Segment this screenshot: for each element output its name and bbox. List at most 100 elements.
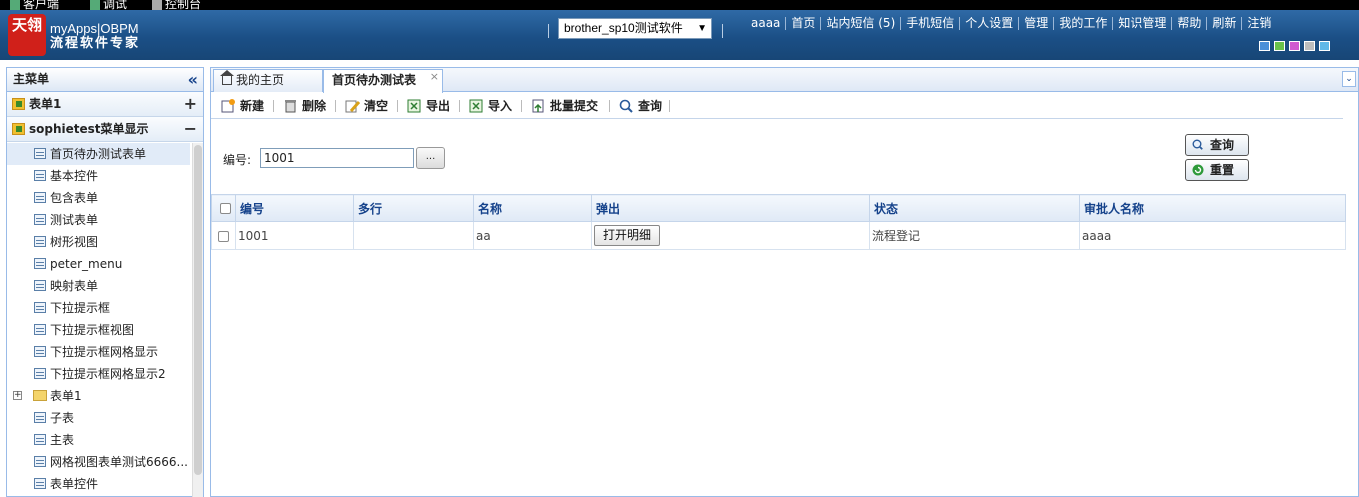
reset-button[interactable]: 重置 — [1185, 159, 1249, 181]
form-icon — [34, 192, 46, 203]
nav-sms[interactable]: 手机短信 — [900, 17, 959, 30]
import-button[interactable]: 导入 — [469, 97, 512, 115]
brand: myApps|OBPM 流程软件专家 — [50, 21, 140, 52]
theme-swatch-gray[interactable] — [1304, 41, 1315, 51]
tab-menu-chevron-icon[interactable]: ⌄ — [1342, 71, 1356, 87]
tab-home[interactable]: 我的主页 — [213, 69, 323, 92]
column-header-number[interactable]: 编号 — [235, 194, 354, 222]
console-icon — [152, 0, 162, 10]
theme-swatch-cyan[interactable] — [1319, 41, 1330, 51]
new-button[interactable]: 新建 — [221, 97, 264, 115]
nav-messages[interactable]: 站内短信 (5) — [820, 17, 900, 30]
sidebar-folder-item[interactable]: + 表单1 — [7, 385, 190, 407]
cell-multiline — [353, 221, 474, 250]
theme-swatch-green[interactable] — [1274, 41, 1285, 51]
column-header-multiline[interactable]: 多行 — [353, 194, 474, 222]
clear-button[interactable]: 清空 — [345, 97, 388, 115]
sidebar-group-label: sophietest菜单显示 — [29, 122, 149, 136]
sidebar-item[interactable]: 子表 — [7, 407, 190, 429]
sidebar-group-form1[interactable]: 表单1 + — [7, 92, 203, 117]
clear-icon — [345, 100, 360, 113]
theme-swatch-purple[interactable] — [1289, 41, 1300, 51]
nav-home[interactable]: 首页 — [785, 17, 820, 30]
number-field[interactable]: 1001 — [260, 148, 414, 168]
form-icon — [34, 258, 46, 269]
table-row[interactable]: 1001 aa 打开明细 流程登记 aaaa — [211, 221, 1346, 250]
app-header: 天翎 myApps|OBPM 流程软件专家 brother_sp10测试软件 ▼… — [0, 10, 1359, 60]
query-toolbar-button[interactable]: 查询 — [619, 97, 662, 115]
sidebar-item[interactable]: 表单控件 — [7, 473, 190, 495]
header-divider — [722, 24, 723, 38]
sidebar-scrollbar[interactable] — [192, 143, 203, 497]
sidebar-item[interactable]: 网格视图表单测试6666... — [7, 451, 190, 473]
scrollbar-thumb[interactable] — [194, 145, 202, 475]
form-icon — [34, 280, 46, 291]
export-button[interactable]: 导出 — [407, 97, 450, 115]
browse-button[interactable]: ... — [416, 147, 445, 169]
sidebar-item[interactable]: 下拉提示框视图 — [7, 319, 190, 341]
nav-my-work[interactable]: 我的工作 — [1053, 17, 1112, 30]
sidebar-item[interactable]: 下拉提示框网格显示2 — [7, 363, 190, 385]
open-detail-button[interactable]: 打开明细 — [594, 225, 661, 246]
collapse-icon[interactable]: « — [188, 68, 198, 91]
sidebar-item[interactable]: 下拉提示框网格显示 — [7, 341, 190, 363]
nav-user[interactable]: aaaa — [746, 17, 785, 30]
column-header-status[interactable]: 状态 — [869, 194, 1080, 222]
cell-number: 1001 — [235, 221, 354, 250]
toolbar-separator — [273, 100, 274, 112]
client-link[interactable]: 客户端 — [10, 0, 59, 10]
data-table: 编号 多行 名称 弹出 状态 审批人名称 1001 aa 打开明细 流程登记 a… — [211, 194, 1346, 250]
form-icon — [34, 368, 46, 379]
nav-knowledge[interactable]: 知识管理 — [1112, 17, 1171, 30]
query-button[interactable]: 查询 — [1185, 134, 1249, 156]
export-icon — [407, 99, 421, 113]
form-icon — [34, 478, 46, 489]
row-checkbox[interactable] — [218, 230, 229, 242]
nav-help[interactable]: 帮助 — [1171, 17, 1206, 30]
sidebar-item[interactable]: 主表 — [7, 429, 190, 451]
theme-swatch-blue[interactable] — [1259, 41, 1270, 51]
sidebar-item[interactable]: 包含表单 — [7, 187, 190, 209]
tab-bar: 我的主页 首页待办测试表 × ⌄ — [211, 68, 1358, 93]
nav-admin[interactable]: 管理 — [1018, 17, 1053, 30]
tab-todo-form[interactable]: 首页待办测试表 × — [323, 69, 443, 93]
cell-approver: aaaa — [1079, 221, 1346, 250]
collapse-group-icon[interactable]: − — [184, 117, 197, 141]
select-all-checkbox[interactable] — [220, 203, 231, 214]
home-icon — [220, 70, 234, 85]
form-icon — [34, 170, 46, 181]
delete-button[interactable]: 删除 — [283, 97, 326, 115]
sidebar-item[interactable]: 基本控件 — [7, 165, 190, 187]
column-header-name[interactable]: 名称 — [473, 194, 592, 222]
brand-name: myApps|OBPM — [50, 21, 139, 36]
sidebar-item[interactable]: 映射表单 — [7, 275, 190, 297]
nav-logout[interactable]: 注销 — [1241, 17, 1276, 30]
sidebar-group-label: 表单1 — [29, 97, 62, 111]
expand-icon[interactable]: + — [184, 92, 197, 116]
sidebar-item[interactable]: 树形视图 — [7, 231, 190, 253]
console-link[interactable]: 控制台 — [152, 0, 201, 10]
sidebar-item[interactable]: 下拉提示框 — [7, 297, 190, 319]
sidebar-item[interactable]: 测试表单 — [7, 209, 190, 231]
client-icon — [10, 0, 20, 10]
nav-refresh[interactable]: 刷新 — [1206, 17, 1241, 30]
sidebar-group-sophietest[interactable]: sophietest菜单显示 − — [7, 117, 203, 142]
data-grid: 编号 多行 名称 弹出 状态 审批人名称 1001 aa 打开明细 流程登记 a… — [211, 194, 1346, 250]
debug-link[interactable]: 调试 — [90, 0, 127, 10]
toolbar-separator — [397, 100, 398, 112]
search-icon — [1192, 139, 1204, 151]
sidebar-item[interactable]: 首页待办测试表单 — [7, 143, 190, 165]
cell-popup: 打开明细 — [591, 221, 870, 250]
sidebar-item[interactable]: peter_menu — [7, 253, 190, 275]
application-select[interactable]: brother_sp10测试软件 ▼ — [558, 18, 712, 39]
form-icon — [34, 324, 46, 335]
close-icon[interactable]: × — [430, 66, 439, 87]
column-header-popup[interactable]: 弹出 — [591, 194, 870, 222]
expand-tree-icon[interactable]: + — [13, 391, 22, 400]
nav-settings[interactable]: 个人设置 — [959, 17, 1018, 30]
header-divider — [548, 24, 549, 38]
form-icon — [34, 434, 46, 445]
column-header-approver[interactable]: 审批人名称 — [1079, 194, 1346, 222]
cell-status: 流程登记 — [869, 221, 1080, 250]
batch-submit-button[interactable]: 批量提交 — [531, 97, 598, 115]
